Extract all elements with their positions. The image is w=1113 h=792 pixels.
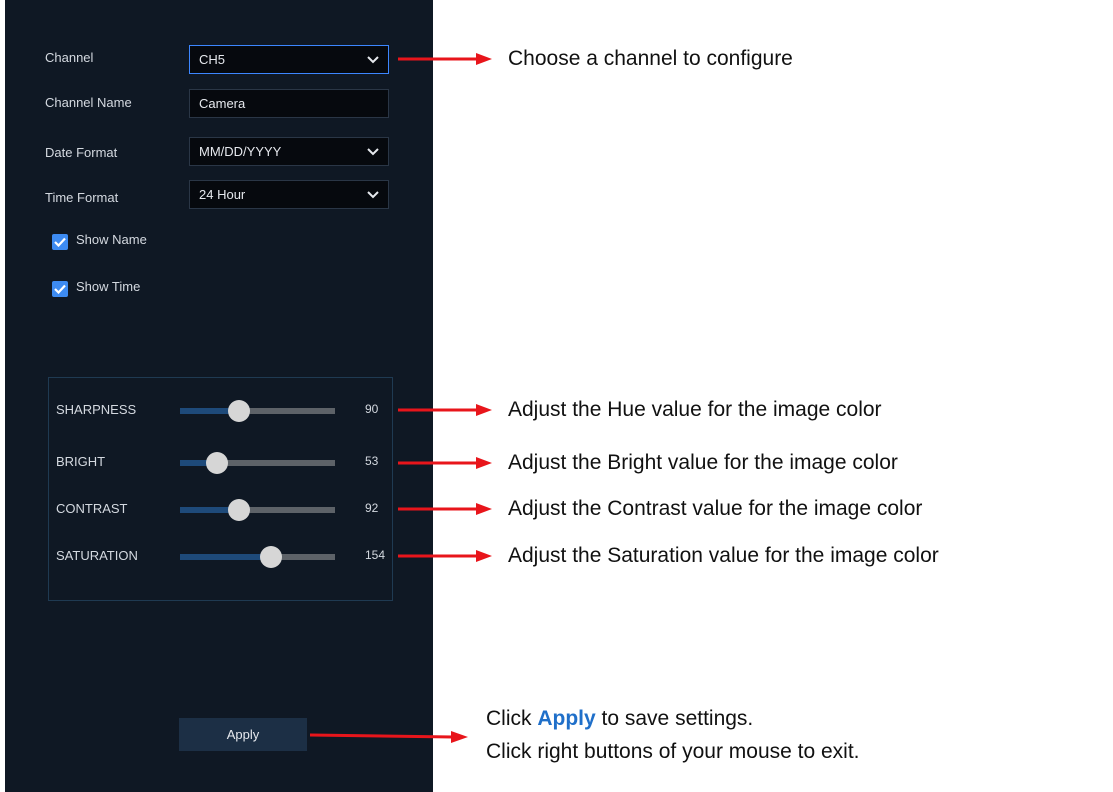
annotation-contrast: Adjust the Contrast value for the image … [508, 497, 923, 520]
slider-label: SATURATION [56, 548, 138, 563]
date-format-value: MM/DD/YYYY [199, 144, 282, 159]
time-format-label: Time Format [45, 190, 119, 205]
arrow-icon [398, 404, 492, 416]
settings-panel: Channel CH5 Channel Name Camera Date For… [5, 0, 433, 792]
slider-label: SHARPNESS [56, 402, 137, 417]
arrow-icon [398, 457, 492, 469]
checkmark-icon [54, 284, 66, 294]
slider-track[interactable] [180, 499, 335, 521]
channel-value: CH5 [199, 52, 226, 67]
slider-handle[interactable] [227, 400, 250, 422]
date-format-select[interactable]: MM/DD/YYYY [189, 137, 389, 166]
channel-name-value: Camera [199, 96, 246, 111]
arrow-icon [398, 503, 492, 515]
time-format-value: 24 Hour [199, 187, 246, 202]
slider-value: 53 [365, 454, 379, 468]
date-format-label: Date Format [45, 145, 118, 160]
channel-select[interactable]: CH5 [189, 45, 389, 74]
slider-value: 154 [365, 548, 386, 562]
channel-name-input[interactable]: Camera [189, 89, 389, 118]
show-name-label: Show Name [76, 232, 147, 247]
slider-row: BRIGHT 53 [49, 447, 394, 477]
time-format-select[interactable]: 24 Hour [189, 180, 389, 209]
chevron-down-icon [367, 56, 379, 64]
channel-label: Channel [45, 50, 94, 65]
arrow-icon [310, 731, 468, 743]
chevron-down-icon [367, 191, 379, 199]
slider-value: 90 [365, 402, 379, 416]
slider-row: SATURATION 154 [49, 541, 394, 571]
arrow-icon [398, 550, 492, 562]
annotation-apply-prefix: Click [486, 707, 538, 730]
slider-fill [180, 554, 272, 560]
slider-row: CONTRAST 92 [49, 494, 394, 524]
slider-track[interactable] [180, 400, 335, 422]
slider-handle[interactable] [206, 452, 229, 474]
show-time-label: Show Time [76, 279, 141, 294]
chevron-down-icon [367, 148, 379, 156]
show-time-checkbox[interactable] [52, 281, 68, 297]
show-name-checkbox[interactable] [52, 234, 68, 250]
slider-value: 92 [365, 501, 379, 515]
slider-row: SHARPNESS 90 [49, 395, 394, 425]
slider-label: BRIGHT [56, 454, 106, 469]
apply-button[interactable]: Apply [179, 718, 307, 751]
annotation-channel: Choose a channel to configure [508, 47, 793, 70]
annotation-exit: Click right buttons of your mouse to exi… [486, 740, 860, 763]
channel-name-label: Channel Name [45, 95, 132, 110]
slider-track[interactable] [180, 452, 335, 474]
annotation-bright: Adjust the Bright value for the image co… [508, 451, 898, 474]
arrow-icon [398, 53, 492, 65]
annotation-apply: Click Apply to save settings. [486, 706, 753, 732]
slider-handle[interactable] [260, 546, 283, 568]
image-adjust-group: SHARPNESS 90 BRIGHT 53 CONTRAST 92 SATUR… [48, 377, 393, 601]
slider-handle[interactable] [227, 499, 250, 521]
slider-label: CONTRAST [56, 501, 128, 516]
annotation-apply-word: Apply [537, 707, 596, 730]
checkmark-icon [54, 237, 66, 247]
annotation-apply-suffix: to save settings. [595, 707, 754, 730]
annotation-saturation: Adjust the Saturation value for the imag… [508, 544, 939, 567]
annotation-sharpness: Adjust the Hue value for the image color [508, 398, 882, 421]
slider-track[interactable] [180, 546, 335, 568]
